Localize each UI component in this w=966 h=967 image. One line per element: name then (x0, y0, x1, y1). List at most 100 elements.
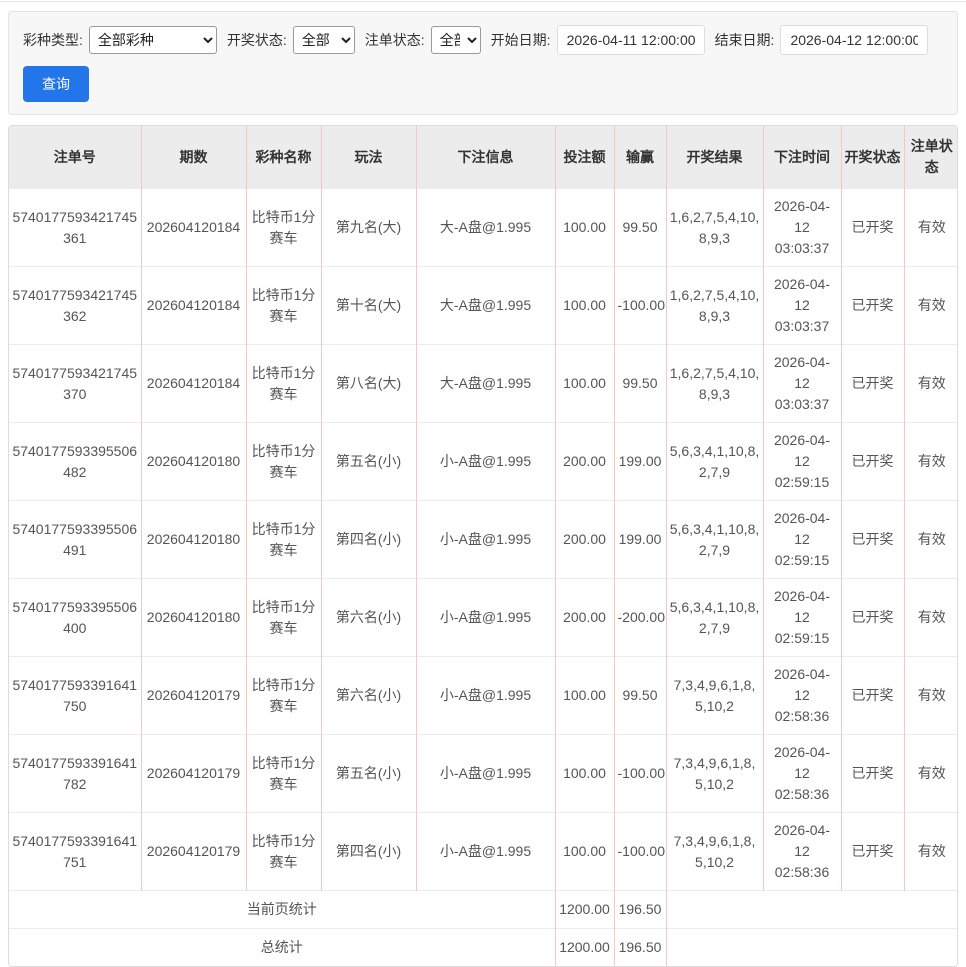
cell-bet-amount: 100.00 (554, 656, 614, 735)
cell-period: 202604120179 (140, 656, 246, 735)
cell-bet-time: 2026-04-12 02:59:15 (762, 500, 841, 579)
cell-lottery-name: 比特币1分赛车 (245, 500, 321, 579)
cell-draw-result: 7,3,4,9,6,1,8,5,10,2 (665, 812, 763, 891)
cell-draw-result: 5,6,3,4,1,10,8,2,7,9 (665, 500, 763, 579)
cell-draw-result: 1,6,2,7,5,4,10,8,9,3 (665, 188, 763, 267)
cell-period: 202604120184 (140, 266, 246, 345)
cell-bet-time: 2026-04-12 02:58:36 (762, 734, 841, 813)
cell-win-loss: 99.50 (613, 188, 666, 267)
start-date-input[interactable] (556, 25, 705, 55)
cell-bet-id: 5740177593421745361 (9, 188, 141, 267)
cell-lottery-name: 比特币1分赛车 (245, 578, 321, 657)
cell-play-type: 第九名(大) (320, 188, 416, 267)
cell-period: 202604120180 (140, 578, 246, 657)
cell-lottery-name: 比特币1分赛车 (245, 266, 321, 345)
cell-bet-info: 小-A盘@1.995 (415, 578, 555, 657)
end-date-input[interactable] (780, 25, 929, 55)
cell-lottery-name: 比特币1分赛车 (245, 812, 321, 891)
cell-bet-id: 5740177593421745362 (9, 266, 141, 345)
cell-play-type: 第八名(大) (320, 344, 416, 423)
cell-lottery-name: 比特币1分赛车 (245, 656, 321, 735)
table-row: 5740177593395506400 202604120180 比特币1分赛车 第六… (9, 578, 957, 657)
cell-play-type: 第十名(大) (320, 266, 416, 345)
column-header-period: 期数 (140, 126, 246, 189)
cell-bet-amount: 100.00 (554, 188, 614, 267)
cell-bet-status: 有效 (903, 422, 957, 501)
table-header: 注单号 期数 彩种名称 玩法 下注信息 投注额 输赢 开奖结果 下注时间 开奖状态 注单状态 (9, 126, 957, 189)
cell-bet-amount: 100.00 (554, 266, 614, 345)
column-header-lottery-name: 彩种名称 (245, 126, 321, 189)
cell-draw-status: 已开奖 (840, 266, 904, 345)
table-row: 5740177593391641782 202604120179 比特币1分赛车 第五… (9, 734, 957, 813)
cell-bet-status: 有效 (903, 266, 957, 345)
table-body: 5740177593421745361 202604120184 比特币1分赛车 第九… (9, 188, 957, 966)
cell-lottery-name: 比特币1分赛车 (245, 422, 321, 501)
bet-status-label: 注单状态: (364, 32, 425, 48)
cell-play-type: 第五名(小) (320, 422, 416, 501)
page-top-divider (0, 0, 966, 2)
cell-period: 202604120184 (140, 344, 246, 423)
cell-bet-status: 有效 (903, 344, 957, 423)
summary-bet-total: 1200.00 (554, 928, 614, 966)
cell-bet-info: 小-A盘@1.995 (415, 812, 555, 891)
cell-bet-status: 有效 (903, 812, 957, 891)
cell-bet-info: 大-A盘@1.995 (415, 188, 555, 267)
cell-draw-status: 已开奖 (840, 344, 904, 423)
cell-bet-amount: 100.00 (554, 344, 614, 423)
cell-bet-info: 大-A盘@1.995 (415, 266, 555, 345)
cell-bet-info: 大-A盘@1.995 (415, 344, 555, 423)
lottery-type-select[interactable]: 全部彩种 (88, 26, 217, 54)
cell-lottery-name: 比特币1分赛车 (245, 344, 321, 423)
bet-status-select[interactable]: 全部 (430, 26, 481, 54)
cell-draw-status: 已开奖 (840, 422, 904, 501)
table-row: 5740177593421745362 202604120184 比特币1分赛车 第十… (9, 266, 957, 345)
cell-play-type: 第六名(小) (320, 656, 416, 735)
cell-win-loss: 199.00 (613, 500, 666, 579)
column-header-win-loss: 输赢 (613, 126, 666, 189)
cell-play-type: 第五名(小) (320, 734, 416, 813)
column-header-bet-status: 注单状态 (903, 126, 957, 189)
cell-period: 202604120180 (140, 500, 246, 579)
cell-draw-status: 已开奖 (840, 500, 904, 579)
table-row: 5740177593395506482 202604120180 比特币1分赛车 第五… (9, 422, 957, 501)
cell-lottery-name: 比特币1分赛车 (245, 734, 321, 813)
cell-draw-result: 7,3,4,9,6,1,8,5,10,2 (665, 656, 763, 735)
total-summary-row: 总统计 1200.00 196.50 (9, 928, 957, 966)
cell-bet-id: 5740177593391641750 (9, 656, 141, 735)
table-header-row: 注单号 期数 彩种名称 玩法 下注信息 投注额 输赢 开奖结果 下注时间 开奖状态 注单状态 (9, 126, 957, 189)
cell-bet-amount: 200.00 (554, 500, 614, 579)
cell-win-loss: 199.00 (613, 422, 666, 501)
cell-period: 202604120184 (140, 188, 246, 267)
summary-label: 当前页统计 (9, 890, 555, 929)
query-button[interactable]: 查询 (23, 66, 89, 102)
draw-status-label: 开奖状态: (226, 32, 287, 48)
bet-records-table: 注单号 期数 彩种名称 玩法 下注信息 投注额 输赢 开奖结果 下注时间 开奖状态 注单状态 574… (9, 126, 957, 966)
column-header-bet-id: 注单号 (9, 126, 141, 189)
cell-lottery-name: 比特币1分赛车 (245, 188, 321, 267)
table-row: 5740177593421745370 202604120184 比特币1分赛车 第八… (9, 344, 957, 423)
cell-bet-info: 小-A盘@1.995 (415, 422, 555, 501)
cell-win-loss: -100.00 (613, 812, 666, 891)
cell-bet-amount: 100.00 (554, 812, 614, 891)
cell-win-loss: -100.00 (613, 734, 666, 813)
table-row: 5740177593395506491 202604120180 比特币1分赛车 第四… (9, 500, 957, 579)
cell-bet-time: 2026-04-12 02:58:36 (762, 812, 841, 891)
draw-status-select[interactable]: 全部 (292, 26, 355, 54)
cell-bet-id: 5740177593391641782 (9, 734, 141, 813)
table-row: 5740177593391641750 202604120179 比特币1分赛车 第六… (9, 656, 957, 735)
summary-bet-total: 1200.00 (554, 890, 614, 929)
column-header-play-type: 玩法 (320, 126, 416, 189)
cell-bet-id: 5740177593395506491 (9, 500, 141, 579)
cell-bet-time: 2026-04-12 03:03:37 (762, 266, 841, 345)
cell-draw-status: 已开奖 (840, 656, 904, 735)
cell-draw-result: 1,6,2,7,5,4,10,8,9,3 (665, 344, 763, 423)
cell-draw-result: 5,6,3,4,1,10,8,2,7,9 (665, 422, 763, 501)
cell-bet-id: 5740177593421745370 (9, 344, 141, 423)
lottery-type-label: 彩种类型: (23, 32, 83, 48)
cell-draw-result: 5,6,3,4,1,10,8,2,7,9 (665, 578, 763, 657)
table-row: 5740177593391641751 202604120179 比特币1分赛车 第四… (9, 812, 957, 891)
summary-empty-cell (665, 890, 957, 929)
cell-bet-time: 2026-04-12 02:59:15 (762, 578, 841, 657)
start-date-label: 开始日期: (490, 32, 551, 48)
cell-bet-status: 有效 (903, 656, 957, 735)
